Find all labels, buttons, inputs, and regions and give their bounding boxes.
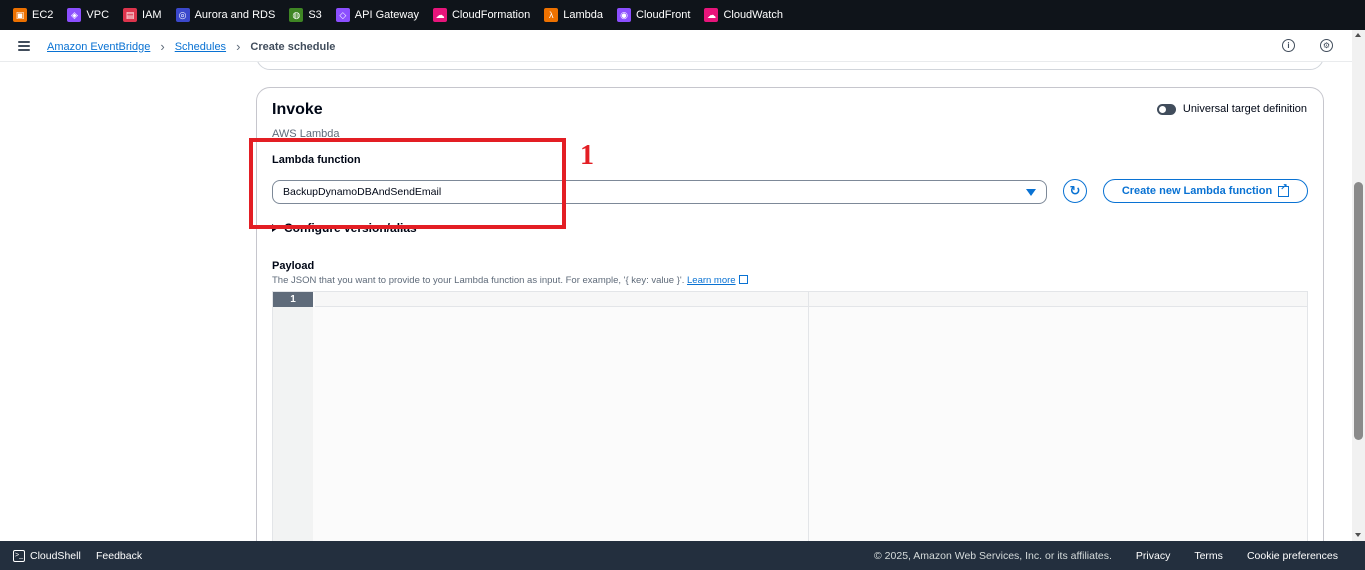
api-gateway-icon: ◇ xyxy=(335,8,350,22)
previous-section-card xyxy=(256,62,1324,70)
favorite-rds[interactable]: ◎ Aurora and RDS xyxy=(175,8,275,22)
cloudformation-icon: ☁ xyxy=(432,8,447,22)
favorite-vpc[interactable]: ◈ VPC xyxy=(67,8,109,22)
main-content: Invoke AWS Lambda Universal target defin… xyxy=(0,62,1352,541)
scroll-down-arrow-icon[interactable] xyxy=(1355,533,1361,537)
breadcrumb-eventbridge[interactable]: Amazon EventBridge xyxy=(47,41,150,53)
breadcrumb-header: Amazon EventBridge › Schedules › Create … xyxy=(0,30,1352,62)
caret-down-icon xyxy=(1026,189,1036,196)
vpc-icon: ◈ xyxy=(67,8,82,22)
favorite-s3[interactable]: ◍ S3 xyxy=(289,8,322,22)
lambda-icon: λ xyxy=(544,8,559,22)
cloudfront-icon: ◉ xyxy=(617,8,632,22)
invoke-title: Invoke xyxy=(272,101,323,118)
payload-label: Payload xyxy=(272,260,315,272)
breadcrumb-schedules[interactable]: Schedules xyxy=(175,41,226,53)
info-icon[interactable]: i xyxy=(1282,39,1295,52)
refresh-icon: ↻ xyxy=(1069,183,1081,198)
editor-gutter xyxy=(273,292,313,541)
copyright-text: © 2025, Amazon Web Services, Inc. or its… xyxy=(874,549,1112,562)
cloudwatch-icon: ☁ xyxy=(704,8,719,22)
favorite-cloudwatch[interactable]: ☁ CloudWatch xyxy=(704,8,783,22)
breadcrumb-current: Create schedule xyxy=(250,40,336,53)
favorite-lambda[interactable]: λ Lambda xyxy=(544,8,603,22)
scroll-up-arrow-icon[interactable] xyxy=(1355,33,1361,37)
footer-links: © 2025, Amazon Web Services, Inc. or its… xyxy=(874,550,1338,562)
line-number: 1 xyxy=(273,292,313,307)
external-link-icon xyxy=(1278,182,1290,197)
settings-icon[interactable]: ⚙ xyxy=(1320,39,1333,52)
payload-editor[interactable]: 1 xyxy=(272,291,1308,541)
refresh-button[interactable]: ↻ xyxy=(1063,179,1087,203)
external-link-icon xyxy=(738,275,748,284)
rds-icon: ◎ xyxy=(175,8,190,22)
annotation-highlight-box xyxy=(249,138,566,229)
learn-more-link[interactable]: Learn more xyxy=(687,275,736,286)
favorite-api-gateway[interactable]: ◇ API Gateway xyxy=(335,8,419,22)
chevron-right-icon: › xyxy=(160,39,165,54)
privacy-link[interactable]: Privacy xyxy=(1136,550,1170,562)
toggle-label: Universal target definition xyxy=(1182,103,1307,115)
s3-icon: ◍ xyxy=(289,8,304,22)
terms-link[interactable]: Terms xyxy=(1194,550,1223,562)
payload-description: The JSON that you want to provide to you… xyxy=(272,275,748,286)
breadcrumb: Amazon EventBridge › Schedules › Create … xyxy=(47,39,335,54)
editor-active-line[interactable] xyxy=(315,292,1307,307)
terminal-icon: >_ xyxy=(13,549,25,562)
universal-target-toggle[interactable]: Universal target definition xyxy=(1156,103,1307,115)
footer: >_ CloudShell Feedback © 2025, Amazon Web… xyxy=(0,541,1365,570)
favorites-bar: ▣ EC2 ◈ VPC ▤ IAM ◎ Aurora and RDS ◍ S3 ◇ API … xyxy=(0,0,1365,30)
favorite-cloudfront[interactable]: ◉ CloudFront xyxy=(617,8,690,22)
create-lambda-label: Create new Lambda function xyxy=(1121,185,1273,197)
annotation-number: 1 xyxy=(580,140,594,171)
create-lambda-button[interactable]: Create new Lambda function xyxy=(1103,179,1308,203)
menu-icon[interactable] xyxy=(18,41,30,51)
iam-icon: ▤ xyxy=(123,8,138,22)
feedback-link[interactable]: Feedback xyxy=(96,550,142,562)
ec2-icon: ▣ xyxy=(13,8,27,22)
favorite-ec2[interactable]: ▣ EC2 xyxy=(13,8,53,22)
favorite-cloudformation[interactable]: ☁ CloudFormation xyxy=(432,8,530,22)
toggle-switch[interactable] xyxy=(1156,103,1176,115)
chevron-right-icon: › xyxy=(236,39,241,54)
favorite-iam[interactable]: ▤ IAM xyxy=(123,8,162,22)
scrollbar-thumb[interactable] xyxy=(1354,182,1363,440)
cookie-preferences-link[interactable]: Cookie preferences xyxy=(1247,550,1338,562)
editor-split xyxy=(808,292,809,541)
cloudshell-button[interactable]: >_ CloudShell xyxy=(13,549,81,562)
